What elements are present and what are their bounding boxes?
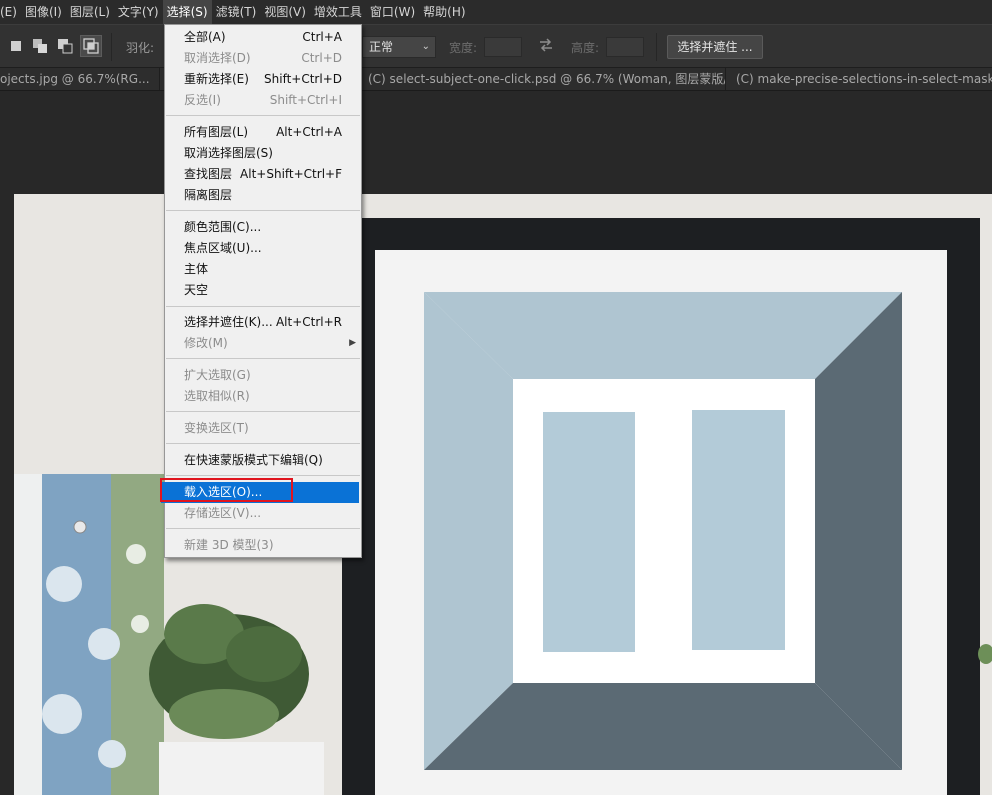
menu-type[interactable]: 文字(Y) — [114, 0, 163, 24]
menu-item-select-and-mask[interactable]: 选择并遮住(K)... Alt+Ctrl+R — [166, 312, 360, 333]
menu-separator — [166, 411, 360, 412]
menu-separator — [166, 475, 360, 476]
divider — [111, 33, 112, 61]
menu-item-deselect-layers[interactable]: 取消选择图层(S) — [166, 143, 360, 164]
menu-item-deselect[interactable]: 取消选择(D) Ctrl+D — [166, 48, 360, 69]
menu-item-color-range[interactable]: 颜色范围(C)... — [166, 217, 360, 238]
chevron-down-icon: ⌄ — [421, 41, 430, 52]
width-field[interactable] — [484, 37, 522, 57]
new-selection-icon[interactable] — [8, 38, 24, 54]
feather-label: 羽化: — [126, 41, 155, 55]
options-bar: 羽化: 正常 ⌄ 宽度: 高度: 选择并遮住 ... — [0, 24, 992, 68]
height-field[interactable] — [606, 37, 644, 57]
menu-view[interactable]: 视图(V) — [260, 0, 310, 24]
menu-item-modify[interactable]: 修改(M) ▶ — [166, 333, 360, 354]
menu-separator — [166, 306, 360, 307]
menu-item-quick-mask[interactable]: 在快速蒙版模式下编辑(Q) — [166, 450, 360, 471]
annotation-highlight-box — [160, 478, 293, 502]
menu-help[interactable]: 帮助(H) — [419, 0, 469, 24]
subtract-selection-icon[interactable] — [57, 38, 73, 54]
menu-image[interactable]: 图像(I) — [21, 0, 66, 24]
menu-item-all-layers[interactable]: 所有图层(L) Alt+Ctrl+A — [166, 122, 360, 143]
canvas-area[interactable] — [0, 91, 992, 795]
menu-item-isolate-layers[interactable]: 隔离图层 — [166, 185, 360, 206]
menu-item-focus-area[interactable]: 焦点区域(U)... — [166, 238, 360, 259]
menu-item-sky[interactable]: 天空 — [166, 280, 360, 301]
menu-separator — [166, 210, 360, 211]
menu-item-transform-selection[interactable]: 变换选区(T) — [166, 418, 360, 439]
menu-item-reselect[interactable]: 重新选择(E) Shift+Ctrl+D — [166, 69, 360, 90]
swap-icon[interactable] — [538, 37, 554, 53]
document-tab[interactable]: (C) select-subject-one-click.psd @ 66.7%… — [362, 68, 726, 90]
document-tab[interactable]: (C) make-precise-selections-in-select-ma… — [730, 68, 992, 90]
document-tab[interactable]: ojects.jpg @ 66.7%(RG...× — [0, 68, 160, 90]
menu-filter[interactable]: 滤镜(T) — [212, 0, 261, 24]
height-label: 高度: — [571, 41, 600, 55]
menu-item-inverse[interactable]: 反选(I) Shift+Ctrl+I — [166, 90, 360, 111]
menu-item-find-layers[interactable]: 查找图层 Alt+Shift+Ctrl+F — [166, 164, 360, 185]
select-and-mask-button[interactable]: 选择并遮住 ... — [667, 35, 763, 59]
divider — [656, 33, 657, 61]
style-select-value: 正常 — [369, 40, 394, 54]
menu-separator — [166, 443, 360, 444]
menu-select[interactable]: 选择(S) — [162, 0, 212, 24]
menu-separator — [166, 115, 360, 116]
width-label: 宽度: — [449, 41, 478, 55]
intersect-selection-button[interactable] — [80, 35, 102, 57]
menu-edit[interactable]: (E) — [0, 0, 21, 24]
menu-item-select-all[interactable]: 全部(A) Ctrl+A — [166, 27, 360, 48]
menu-item-save-selection[interactable]: 存储选区(V)... — [166, 503, 360, 524]
menu-bar: (E) 图像(I) 图层(L) 文字(Y) 选择(S) 滤镜(T) 视图(V) … — [0, 0, 992, 24]
menu-item-subject[interactable]: 主体 — [166, 259, 360, 280]
tab-title: (C) make-precise-selections-in-select-ma… — [736, 72, 992, 86]
intersect-selection-icon — [83, 38, 99, 54]
menu-item-similar[interactable]: 选取相似(R) — [166, 386, 360, 407]
menu-item-new-3d-model[interactable]: 新建 3D 模型(3) — [166, 535, 360, 556]
menu-separator — [166, 358, 360, 359]
menu-plugins[interactable]: 增效工具 — [310, 0, 366, 24]
submenu-arrow-icon: ▶ — [349, 338, 356, 348]
document-tab-bar: ojects.jpg @ 66.7%(RG...× (C) select-sub… — [0, 68, 992, 91]
menu-layer[interactable]: 图层(L) — [66, 0, 114, 24]
menu-window[interactable]: 窗口(W) — [366, 0, 419, 24]
menu-item-grow[interactable]: 扩大选取(G) — [166, 365, 360, 386]
tab-title: ojects.jpg @ 66.7%(RG... — [0, 72, 150, 86]
style-select[interactable]: 正常 ⌄ — [362, 36, 436, 58]
menu-separator — [166, 528, 360, 529]
tab-title: (C) select-subject-one-click.psd @ 66.7%… — [368, 72, 726, 86]
add-selection-icon[interactable] — [32, 38, 48, 54]
